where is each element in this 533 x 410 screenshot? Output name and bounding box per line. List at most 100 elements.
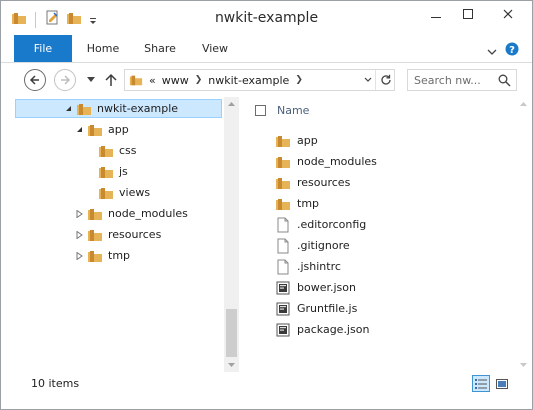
file-list-pane: Name app node_modules resources tmp .edi… (241, 97, 532, 372)
scroll-down-icon[interactable] (224, 358, 239, 372)
folder-icon (129, 73, 143, 87)
tab-view[interactable]: View (200, 35, 230, 62)
tree-item-label: js (119, 165, 128, 178)
file-name: node_modules (297, 155, 377, 168)
scroll-up-icon[interactable] (224, 97, 239, 111)
tree-item-app[interactable]: app (74, 119, 129, 140)
search-box[interactable] (407, 69, 517, 91)
item-count: 10 items (31, 377, 80, 390)
search-input[interactable] (408, 71, 498, 89)
help-icon[interactable]: ? (505, 41, 519, 60)
back-button[interactable] (24, 69, 46, 91)
tree-item-views[interactable]: views (98, 182, 150, 203)
tree-item-js[interactable]: js (98, 161, 128, 182)
document-icon (275, 217, 291, 233)
folder-icon (87, 122, 103, 138)
tree-item-resources[interactable]: resources (74, 224, 161, 245)
details-view-button[interactable] (472, 375, 490, 392)
search-icon[interactable] (498, 74, 511, 87)
tree-item-node-modules[interactable]: node_modules (74, 203, 188, 224)
close-button[interactable] (487, 1, 529, 27)
minimize-button[interactable] (421, 1, 451, 27)
tab-share[interactable]: Share (141, 35, 179, 62)
script-icon (275, 322, 291, 338)
tree-item-label: views (119, 186, 151, 199)
file-list-scrollbar[interactable] (516, 97, 531, 372)
collapsed-arrow-icon[interactable] (74, 251, 84, 260)
forward-button[interactable] (54, 69, 76, 91)
navigation-scrollbar[interactable] (224, 97, 239, 372)
up-button[interactable] (103, 70, 119, 90)
file-row[interactable]: .gitignore (275, 235, 350, 256)
status-bar: 10 items (1, 372, 532, 409)
recent-locations-button[interactable] (85, 72, 97, 88)
scroll-down-icon[interactable] (516, 358, 531, 372)
tree-item-tmp[interactable]: tmp (74, 245, 130, 266)
file-row[interactable]: Gruntfile.js (275, 298, 357, 319)
scrollbar-thumb[interactable] (226, 309, 237, 357)
file-row[interactable]: node_modules (275, 151, 377, 172)
breadcrumb-nwkit-example[interactable]: nwkit-example (208, 74, 289, 87)
refresh-button[interactable] (375, 70, 396, 90)
folder-icon (98, 185, 114, 201)
address-bar[interactable]: « www ❯ nwkit-example ❯ (124, 69, 395, 91)
folder-icon (87, 206, 103, 222)
address-dropdown-button[interactable] (361, 70, 375, 90)
folder-icon (98, 164, 114, 180)
folder-icon (275, 133, 291, 149)
scroll-up-icon[interactable] (516, 97, 531, 111)
tree-item-label: node_modules (108, 207, 188, 220)
file-name: .editorconfig (297, 218, 367, 231)
file-row[interactable]: tmp (275, 193, 319, 214)
ribbon-controls: ? (487, 41, 519, 60)
folder-icon (87, 227, 103, 243)
file-name: app (297, 134, 318, 147)
file-row[interactable]: app (275, 130, 318, 151)
script-icon (275, 301, 291, 317)
ribbon-tabs: File Home Share View ? (1, 35, 532, 63)
file-name: bower.json (297, 281, 356, 294)
svg-text:?: ? (509, 45, 515, 56)
tree-item-label: nwkit-example (97, 102, 179, 115)
expanded-arrow-icon[interactable] (63, 105, 73, 112)
large-icons-view-button[interactable] (493, 375, 511, 392)
tree-item-css[interactable]: css (98, 140, 137, 161)
column-name-header[interactable]: Name (277, 104, 309, 117)
file-row[interactable]: bower.json (275, 277, 356, 298)
folder-icon (87, 248, 103, 264)
collapsed-arrow-icon[interactable] (74, 209, 84, 218)
chevron-right-icon[interactable]: ❯ (195, 75, 203, 85)
file-row[interactable]: .editorconfig (275, 214, 366, 235)
folder-icon (275, 196, 291, 212)
document-icon (275, 238, 291, 254)
file-name: .jshintrc (297, 260, 341, 273)
tree-item-label: resources (108, 228, 162, 241)
expanded-arrow-icon[interactable] (74, 126, 84, 133)
title-bar: nwkit-example (1, 1, 532, 35)
select-all-checkbox[interactable] (255, 105, 266, 116)
chevron-right-icon[interactable]: ❯ (295, 75, 303, 85)
folder-icon (98, 143, 114, 159)
column-header: Name (241, 97, 532, 125)
file-name: package.json (297, 323, 370, 336)
file-row[interactable]: .jshintrc (275, 256, 341, 277)
explorer-window: nwkit-example File Home Share View ? « w… (0, 0, 533, 410)
tab-file[interactable]: File (14, 35, 72, 62)
breadcrumb-www[interactable]: www (162, 74, 189, 87)
view-switcher (472, 375, 511, 392)
tree-item-nwkit-example[interactable]: nwkit-example (63, 98, 178, 119)
address-toolbar: « www ❯ nwkit-example ❯ (1, 63, 532, 97)
expand-ribbon-icon[interactable] (487, 41, 497, 60)
tab-home[interactable]: Home (85, 35, 121, 62)
collapsed-arrow-icon[interactable] (74, 230, 84, 239)
breadcrumb-overflow[interactable]: « (149, 74, 156, 87)
navigation-pane: nwkit-example app css js views node_modu… (1, 97, 239, 372)
folder-icon (76, 101, 92, 117)
file-row[interactable]: resources (275, 172, 350, 193)
maximize-button[interactable] (453, 1, 483, 27)
tree-item-label: css (119, 144, 137, 157)
file-name: .gitignore (297, 239, 350, 252)
file-row[interactable]: package.json (275, 319, 369, 340)
document-icon (275, 259, 291, 275)
file-name: resources (297, 176, 351, 189)
